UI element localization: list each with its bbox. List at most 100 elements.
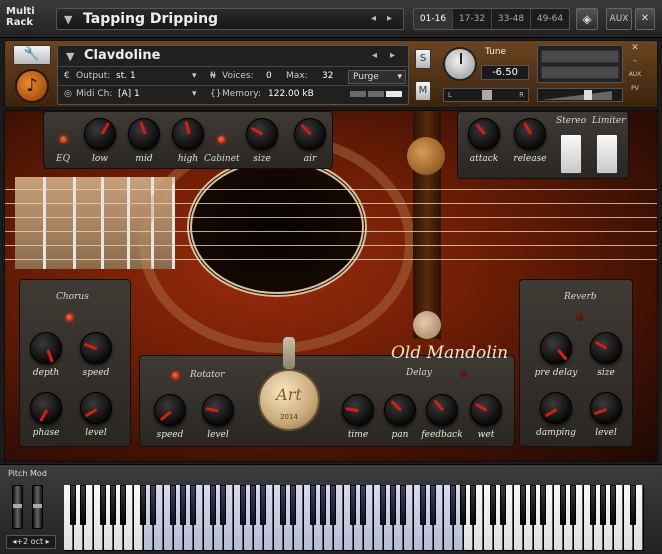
mute-button[interactable]: M (415, 81, 431, 101)
delay-feedback-knob[interactable] (426, 394, 458, 426)
volume-handle[interactable] (584, 90, 592, 100)
chorus-phase-knob[interactable] (30, 392, 62, 424)
aux-toggle[interactable]: AUX (628, 71, 642, 78)
rack-title-selector[interactable]: ▼ Tapping Dripping ◂ ▸ (56, 8, 404, 30)
black-key[interactable] (400, 485, 406, 525)
delay-pan-knob[interactable] (384, 394, 416, 426)
black-key[interactable] (330, 485, 336, 525)
prev-arrow-icon[interactable]: ◂ (371, 13, 376, 24)
tab-17-32[interactable]: 17-32 (453, 9, 492, 29)
max-voices-value[interactable]: 32 (322, 71, 333, 81)
black-key[interactable] (530, 485, 536, 525)
black-key[interactable] (250, 485, 256, 525)
chevron-down-icon[interactable]: ▼ (66, 50, 74, 63)
black-key[interactable] (520, 485, 526, 525)
black-key[interactable] (420, 485, 426, 525)
black-key[interactable] (460, 485, 466, 525)
delay-wet-knob[interactable] (470, 394, 502, 426)
black-key[interactable] (180, 485, 186, 525)
black-key[interactable] (570, 485, 576, 525)
delay-time-knob[interactable] (342, 394, 374, 426)
chevron-down-icon[interactable]: ▾ (192, 89, 197, 99)
eq-high-knob[interactable] (172, 118, 204, 150)
attack-knob[interactable] (468, 118, 500, 150)
black-key[interactable] (100, 485, 106, 525)
black-key[interactable] (590, 485, 596, 525)
black-key[interactable] (70, 485, 76, 525)
delay-led[interactable] (460, 370, 467, 377)
cabinet-led[interactable] (218, 136, 225, 143)
black-key[interactable] (500, 485, 506, 525)
reverb-predelay-knob[interactable] (540, 332, 572, 364)
black-key[interactable] (560, 485, 566, 525)
chorus-depth-knob[interactable] (30, 332, 62, 364)
black-key[interactable] (600, 485, 606, 525)
limiter-switch[interactable] (596, 134, 618, 174)
black-key[interactable] (380, 485, 386, 525)
close-icon[interactable]: ✕ (628, 43, 642, 53)
black-key[interactable] (450, 485, 456, 525)
black-key[interactable] (220, 485, 226, 525)
pv-toggle[interactable]: PV (628, 85, 642, 92)
volume-slider[interactable] (537, 88, 623, 102)
aux-button[interactable]: AUX (606, 8, 632, 30)
black-key[interactable] (390, 485, 396, 525)
black-key[interactable] (630, 485, 636, 525)
black-key[interactable] (350, 485, 356, 525)
solo-button[interactable]: S (415, 49, 431, 69)
cabinet-air-knob[interactable] (294, 118, 326, 150)
black-key[interactable] (240, 485, 246, 525)
chorus-speed-knob[interactable] (80, 332, 112, 364)
eq-led[interactable] (60, 136, 67, 143)
release-knob[interactable] (514, 118, 546, 150)
reverb-size-knob[interactable] (590, 332, 622, 364)
black-key[interactable] (120, 485, 126, 525)
tab-49-64[interactable]: 49-64 (531, 9, 569, 29)
chevron-down-icon[interactable]: ▼ (64, 13, 72, 26)
tune-knob[interactable] (443, 47, 477, 81)
rotator-led[interactable] (172, 372, 179, 379)
midi-channel-value[interactable]: [A] 1 (118, 89, 140, 99)
rotator-level-knob[interactable] (202, 394, 234, 426)
tune-value[interactable]: -6.50 (481, 65, 529, 80)
black-key[interactable] (610, 485, 616, 525)
black-key[interactable] (360, 485, 366, 525)
pan-slider[interactable]: L R (443, 88, 529, 102)
black-key[interactable] (280, 485, 286, 525)
octave-shift-control[interactable]: ◂+2 oct ▸ (6, 535, 56, 549)
black-key[interactable] (430, 485, 436, 525)
purge-dropdown[interactable]: Purge ▾ (348, 70, 406, 84)
black-key[interactable] (190, 485, 196, 525)
chorus-led[interactable] (66, 314, 73, 321)
black-key[interactable] (540, 485, 546, 525)
reverb-damping-knob[interactable] (540, 392, 572, 424)
next-instrument-icon[interactable]: ▸ (390, 50, 395, 61)
black-key[interactable] (110, 485, 116, 525)
pitch-bend-wheel[interactable] (12, 485, 23, 529)
black-key[interactable] (320, 485, 326, 525)
black-key[interactable] (470, 485, 476, 525)
black-key[interactable] (150, 485, 156, 525)
black-key[interactable] (140, 485, 146, 525)
minimize-icon[interactable]: – (628, 56, 642, 66)
mod-wheel[interactable] (32, 485, 43, 529)
tab-33-48[interactable]: 33-48 (492, 9, 531, 29)
black-key[interactable] (290, 485, 296, 525)
reverb-level-knob[interactable] (590, 392, 622, 424)
piano-keyboard[interactable] (64, 485, 644, 551)
wrench-icon[interactable]: 🔧 (13, 45, 51, 65)
eq-mid-knob[interactable] (128, 118, 160, 150)
output-value[interactable]: st. 1 (116, 71, 136, 81)
pan-handle[interactable] (482, 90, 492, 100)
black-key[interactable] (310, 485, 316, 525)
eq-low-knob[interactable] (84, 118, 116, 150)
black-key[interactable] (490, 485, 496, 525)
rack-diamond-nav-icon[interactable]: ◈ (576, 8, 598, 30)
chevron-down-icon[interactable]: ▾ (192, 71, 197, 81)
reverb-led[interactable] (576, 314, 583, 321)
prev-instrument-icon[interactable]: ◂ (372, 50, 377, 61)
chorus-level-knob[interactable] (80, 392, 112, 424)
cabinet-size-knob[interactable] (246, 118, 278, 150)
stereo-switch[interactable] (560, 134, 582, 174)
tab-01-16[interactable]: 01-16 (414, 9, 453, 29)
